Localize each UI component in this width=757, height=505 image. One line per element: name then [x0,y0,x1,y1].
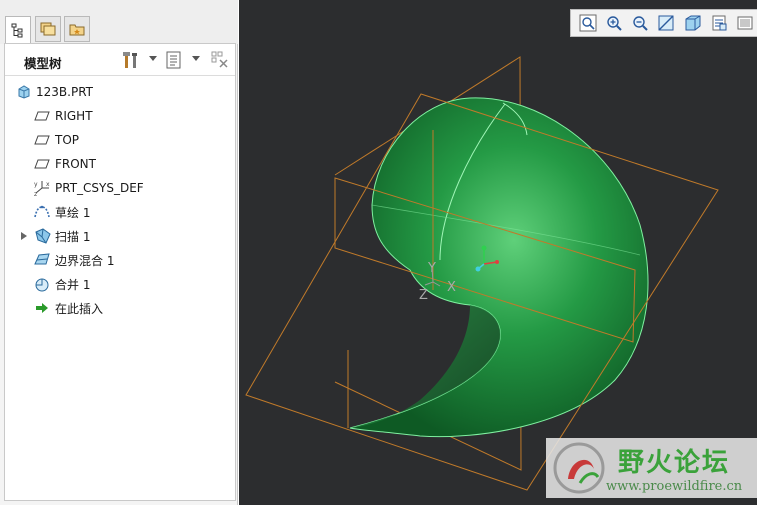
more-views-button[interactable] [733,11,757,35]
saved-views-button[interactable] [706,11,731,35]
navigator-panel: 模型树 123B.PRT RIGHT TOP FRONT y x z PRT_C… [0,0,238,505]
zoom-in-button[interactable] [601,11,626,35]
saved-views-icon [712,15,727,31]
csys-label-y: Y [427,261,436,276]
csys-label-z: Z [419,288,428,303]
model-tree-icon [11,23,23,38]
coordinate-system-icon: y x z [33,179,51,197]
sketch-icon [33,203,51,221]
tree-item-label: 边界混合 1 [55,253,115,268]
tree-item-label: PRT_CSYS_DEF [55,181,144,195]
model-tree-panel: 模型树 123B.PRT RIGHT TOP FRONT y x z PRT_C… [4,43,236,501]
tree-show-button[interactable] [164,50,184,70]
folder-browser-icon [40,22,56,36]
tab-folder-browser[interactable] [35,16,61,42]
tree-settings-button[interactable] [121,50,141,70]
more-icon [737,16,753,30]
repaint-icon [658,15,674,31]
csys-label-x: X [447,280,456,295]
display-style-icon [685,15,701,31]
refit-icon [579,14,597,32]
tree-item-sketch[interactable]: 草绘 1 [5,201,235,223]
tree-item-label: FRONT [55,157,96,171]
datum-plane-icon [33,107,51,125]
tab-favorites[interactable] [64,16,90,42]
navigator-tab-strip [0,0,238,44]
refit-button[interactable] [575,11,600,35]
graphics-window[interactable]: Y Z X 野火论坛 www.proewildfire.cn [239,0,757,505]
part-icon [15,83,33,101]
zoom-in-icon [607,16,622,31]
datum-plane-icon [33,155,51,173]
tree-item-right[interactable]: RIGHT [5,105,235,127]
favorites-icon [69,24,85,36]
chevron-down-icon[interactable] [192,56,200,61]
tree-item-label: 在此插入 [55,301,104,316]
tree-item-boundary-blend[interactable]: 边界混合 1 [5,249,235,271]
forum-logo-icon [553,442,605,494]
svg-text:y: y [34,181,38,188]
tree-item-insert-here[interactable]: 在此插入 [5,297,235,319]
forum-watermark: 野火论坛 www.proewildfire.cn [546,438,757,498]
datum-plane-icon [33,131,51,149]
filter-icon [211,51,228,68]
model-tree-title: 模型树 [24,56,62,71]
tree-item-label: 123B.PRT [36,85,93,99]
boundary-blend-icon [33,251,51,269]
tree-item-csys[interactable]: y x z PRT_CSYS_DEF [5,177,235,199]
tools-icon [123,52,137,68]
tree-item-label: 合并 1 [55,277,91,292]
watermark-url: www.proewildfire.cn [606,479,743,494]
model-tree-header: 模型树 [5,44,235,76]
tree-item-top[interactable]: TOP [5,129,235,151]
tree-item-part[interactable]: 123B.PRT [5,81,235,103]
svg-text:z: z [34,191,37,197]
insert-here-icon [33,299,51,317]
tree-item-merge[interactable]: 合并 1 [5,273,235,295]
tree-item-front[interactable]: FRONT [5,153,235,175]
repaint-button[interactable] [654,11,679,35]
tree-item-label: 草绘 1 [55,205,91,220]
display-style-button[interactable] [680,11,705,35]
zoom-out-icon [633,16,648,31]
chevron-down-icon[interactable] [149,56,157,61]
sweep-icon [34,227,52,245]
tree-filter-button[interactable] [210,50,230,70]
tree-item-sweep[interactable]: 扫描 1 [5,225,235,247]
svg-text:x: x [46,181,50,188]
zoom-out-button[interactable] [628,11,653,35]
watermark-title: 野火论坛 [618,448,731,478]
model-scene[interactable]: Y Z X [239,0,757,505]
tree-item-label: 扫描 1 [55,229,91,244]
merge-icon [33,275,51,293]
tab-model-tree[interactable] [5,16,31,44]
expand-arrow-icon[interactable] [21,232,27,240]
view-toolbar [570,9,757,37]
tree-item-label: TOP [55,133,80,147]
tree-item-label: RIGHT [55,109,93,123]
list-icon [166,51,181,69]
